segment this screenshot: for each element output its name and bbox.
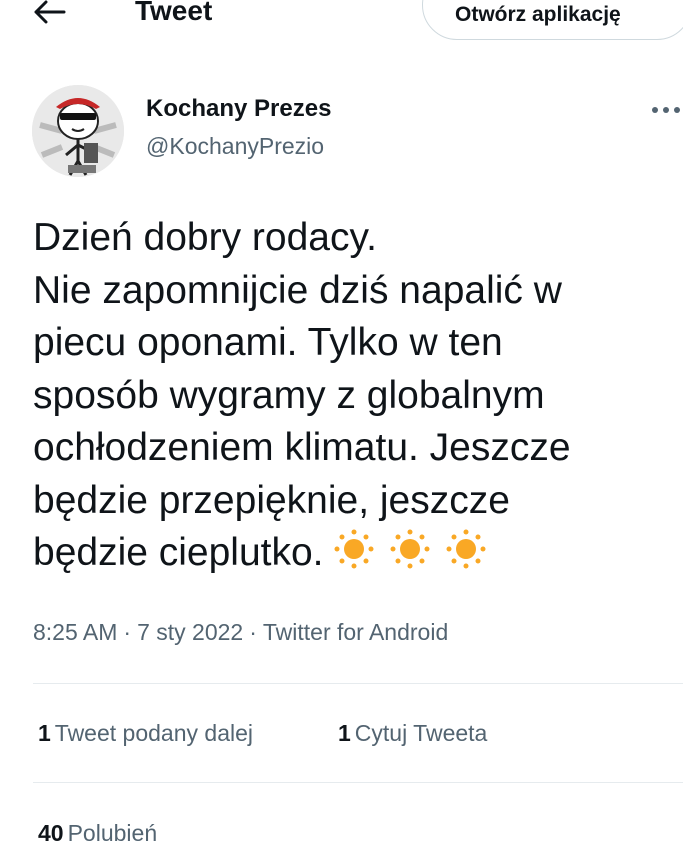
open-app-button[interactable]: Otwórz aplikację xyxy=(422,0,683,40)
more-horizontal-icon[interactable] xyxy=(650,100,683,120)
retweets-count: 1 xyxy=(38,720,51,746)
author-name[interactable]: Kochany Prezes xyxy=(146,95,331,123)
likes-label: Polubień xyxy=(67,820,158,846)
sun-icon xyxy=(390,529,430,569)
tweet-source[interactable]: Twitter for Android xyxy=(263,619,448,645)
tweet-meta: 8:25 AM · 7 sty 2022 · Twitter for Android xyxy=(33,619,448,646)
quotes-label: Cytuj Tweeta xyxy=(354,720,488,746)
tweet-last-line: będzie cieplutko. xyxy=(33,527,673,580)
likes-stat[interactable]: 40 Polubień xyxy=(38,820,157,847)
arrow-left-icon[interactable] xyxy=(32,0,66,24)
page-title: Tweet xyxy=(135,0,213,26)
meta-separator: · xyxy=(123,619,132,645)
sun-icon xyxy=(334,529,374,569)
retweets-stat[interactable]: 1 Tweet podany dalej xyxy=(38,720,253,747)
sun-icon xyxy=(446,529,486,569)
tweet-line: piecu oponami. Tylko w ten xyxy=(33,321,503,364)
retweets-label: Tweet podany dalej xyxy=(54,720,253,746)
divider xyxy=(33,683,683,684)
tweet-text: Dzień dobry rodacy. Nie zapomnijcie dziś… xyxy=(33,212,673,580)
divider xyxy=(33,782,683,783)
open-app-button-label: Otwórz aplikację xyxy=(455,3,621,26)
tweet-line: Nie zapomnijcie dziś napalić w xyxy=(33,268,562,312)
tweet-line: Dzień dobry rodacy. xyxy=(33,216,377,259)
meta-separator: · xyxy=(249,619,257,645)
quotes-count: 1 xyxy=(338,720,351,746)
likes-count: 40 xyxy=(38,820,64,846)
author-handle[interactable]: @KochanyPrezio xyxy=(146,133,324,160)
tweet-line: będzie przepięknie, jeszcze xyxy=(33,478,510,522)
avatar-image xyxy=(32,85,124,177)
tweet-line: ochłodzeniem klimatu. Jeszcze xyxy=(33,426,571,469)
tweet-line: sposób wygramy z globalnym xyxy=(33,373,545,417)
tweet-time[interactable]: 8:25 AM xyxy=(33,619,117,645)
tweet-date[interactable]: 7 sty 2022 xyxy=(137,619,243,645)
tweet-line: będzie cieplutko. xyxy=(33,531,324,574)
avatar[interactable] xyxy=(32,85,124,177)
quotes-stat[interactable]: 1 Cytuj Tweeta xyxy=(338,720,487,747)
